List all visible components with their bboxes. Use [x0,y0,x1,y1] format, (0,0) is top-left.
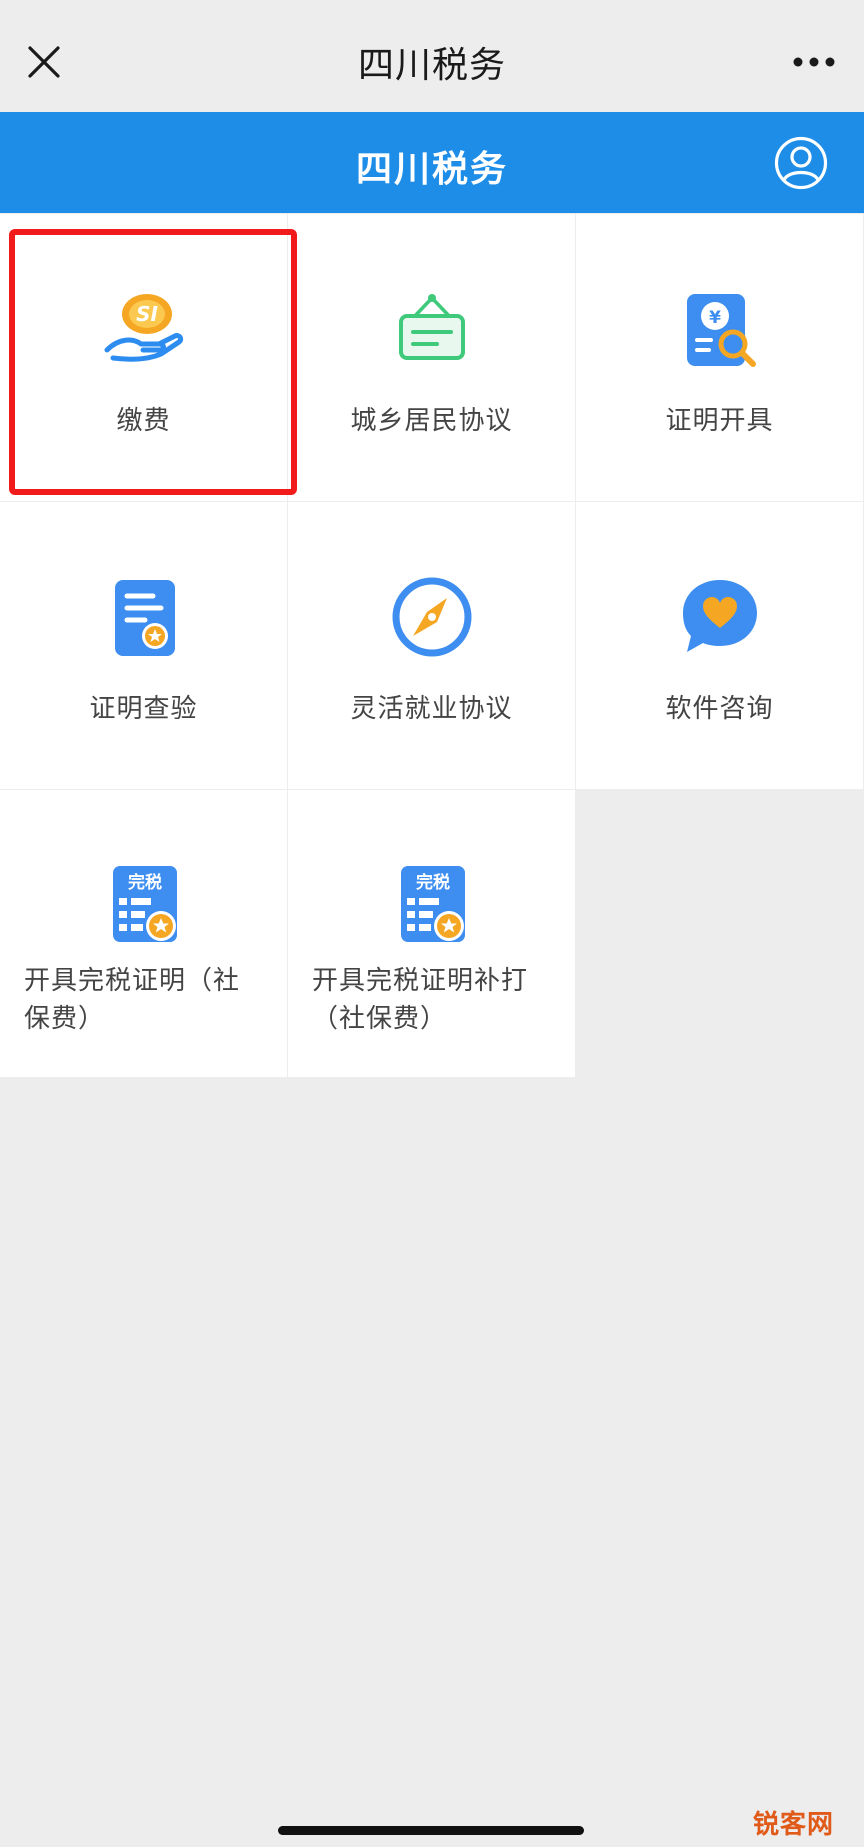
grid-item-flexible-employment-agreement[interactable]: 灵活就业协议 [288,502,575,789]
grid-item-label: 开具完税证明补打 （社保费） [312,962,557,1038]
svg-text:SI: SI [136,302,158,326]
grid-item-label: 开具完税证明（社 保费） [24,962,269,1038]
svg-text:¥: ¥ [709,308,721,328]
grid-item-software-consult[interactable]: 软件咨询 [576,502,863,789]
social-insurance-hand-icon: SI [104,294,183,362]
grid-item-label: 软件咨询 [665,694,774,724]
nav-title: 四川税务 [357,45,506,86]
nav-bar: 四川税务 [0,0,864,112]
grid-item-label-line: 保费） [24,1004,106,1034]
user-center-button[interactable] [774,136,828,190]
more-icon [793,57,835,67]
icon-text: 完税 [416,872,450,893]
document-search-icon: ¥ [686,294,756,367]
grid-item-label: 证明查验 [89,694,198,724]
more-button[interactable] [786,44,842,80]
page-title: 四川税务 [355,149,508,190]
watermark: 锐客网 [752,1810,834,1840]
tax-certificate-icon: 完税 [112,866,177,942]
grid-item-label-line: （社保费） [312,1004,448,1034]
grid-item-label-line: 开具完税证明（社 [24,966,241,996]
page-header: 四川税务 [0,112,864,213]
grid-item-certificate-verify[interactable]: 证明查验 [0,502,287,789]
tax-certificate-reprint-icon: 完税 [400,866,465,942]
grid-item-tax-certificate[interactable]: 完税 开具完税证明（社 保费） [0,790,287,1077]
grid-item-label-line: 开具完税证明补打 [312,966,529,996]
compass-icon [392,577,471,657]
chat-heart-icon [682,580,757,652]
icon-text: 完税 [128,872,162,893]
grid-item-label: 城乡居民协议 [350,406,513,436]
home-indicator[interactable] [278,1826,584,1835]
grid-item-certificate-issue[interactable]: ¥ 证明开具 [576,214,863,501]
document-star-icon [114,580,175,656]
grid-item-label: 缴费 [116,406,171,436]
user-icon [774,136,828,190]
hanging-sign-icon [398,294,465,360]
grid-item-label: 灵活就业协议 [350,694,513,724]
grid-item-urban-rural-agreement[interactable]: 城乡居民协议 [288,214,575,501]
grid-item-label: 证明开具 [665,406,774,436]
grid-item-tax-certificate-reprint[interactable]: 完税 开具完税证明补打 （社保费） [288,790,575,1077]
grid-item-payment[interactable]: SI 缴费 [0,214,287,501]
